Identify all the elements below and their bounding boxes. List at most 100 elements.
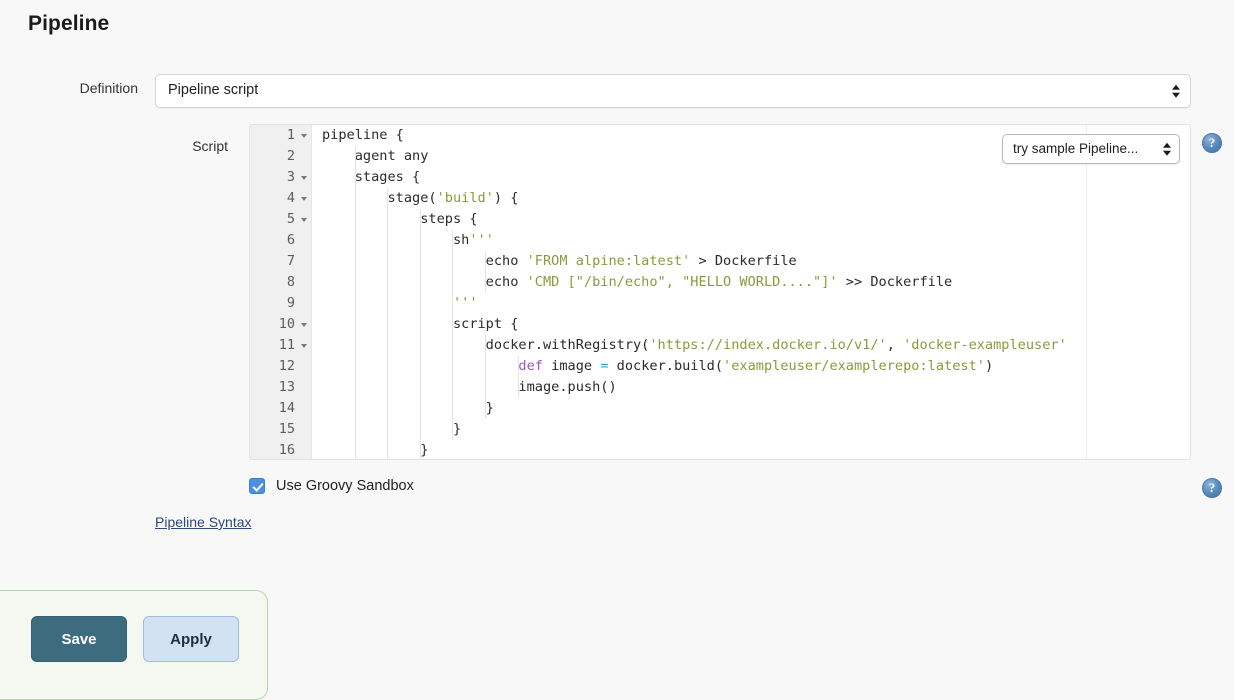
editor-code-area[interactable]: pipeline { agent any stages { stage('bui… [312, 125, 1190, 459]
definition-select[interactable]: Pipeline script [155, 74, 1191, 108]
code-line-text: docker.withRegistry('https://index.docke… [322, 337, 1067, 353]
code-line[interactable]: sh''' [312, 230, 1190, 251]
definition-label: Definition [0, 80, 138, 96]
gutter-line-number: 6 [250, 230, 311, 251]
fold-arrow-icon[interactable] [301, 323, 307, 327]
definition-selected-value: Pipeline script [168, 82, 258, 98]
chevron-updown-icon [1163, 143, 1171, 156]
indent-guide [355, 209, 356, 230]
script-label: Script [0, 138, 228, 154]
indent-guide [485, 356, 486, 377]
indent-guide [452, 377, 453, 398]
indent-guide [452, 272, 453, 293]
code-line[interactable]: } [312, 419, 1190, 440]
code-line[interactable]: image.push() [312, 377, 1190, 398]
indent-guide [485, 398, 486, 419]
code-line[interactable]: def image = docker.build('exampleuser/ex… [312, 356, 1190, 377]
indent-guide [452, 314, 453, 335]
indent-guide [355, 251, 356, 272]
indent-guide [355, 419, 356, 440]
indent-guide [387, 398, 388, 419]
fold-arrow-icon[interactable] [301, 197, 307, 201]
save-button[interactable]: Save [31, 616, 127, 662]
indent-guide [355, 398, 356, 419]
try-sample-pipeline-select[interactable]: try sample Pipeline... [1002, 134, 1180, 164]
code-line[interactable]: ''' [312, 293, 1190, 314]
chevron-updown-icon [1172, 85, 1180, 98]
indent-guide [387, 356, 388, 377]
code-line[interactable]: script { [312, 314, 1190, 335]
indent-guide [387, 188, 388, 209]
use-groovy-sandbox-checkbox[interactable] [249, 478, 265, 494]
indent-guide [355, 293, 356, 314]
indent-guide [452, 230, 453, 251]
code-line[interactable]: docker.withRegistry('https://index.docke… [312, 335, 1190, 356]
use-groovy-sandbox-row[interactable]: Use Groovy Sandbox [249, 478, 414, 494]
fold-arrow-icon[interactable] [301, 134, 307, 138]
code-line-text: stages { [322, 169, 420, 185]
indent-guide [387, 440, 388, 459]
indent-guide [355, 167, 356, 188]
indent-guide [420, 272, 421, 293]
indent-guide [518, 356, 519, 377]
use-groovy-sandbox-label: Use Groovy Sandbox [276, 478, 414, 494]
indent-guide [355, 230, 356, 251]
fold-arrow-icon[interactable] [301, 218, 307, 222]
gutter-line-number: 16 [250, 440, 311, 460]
indent-guide [485, 251, 486, 272]
indent-guide [387, 293, 388, 314]
indent-guide [355, 188, 356, 209]
indent-guide [420, 419, 421, 440]
gutter-line-number: 5 [250, 209, 311, 230]
code-line-text: stage('build') { [322, 190, 518, 206]
code-line-text: ''' [322, 295, 478, 311]
definition-row: Definition Pipeline script [0, 74, 1234, 108]
indent-guide [387, 419, 388, 440]
editor-gutter: 12345678910111213141516 [250, 125, 312, 459]
indent-guide [355, 146, 356, 167]
code-line-text: pipeline { [322, 127, 404, 143]
code-line[interactable]: stages { [312, 167, 1190, 188]
indent-guide [420, 377, 421, 398]
gutter-line-number: 8 [250, 272, 311, 293]
gutter-line-number: 2 [250, 146, 311, 167]
gutter-line-number: 4 [250, 188, 311, 209]
indent-guide [452, 293, 453, 314]
code-line-text: steps { [322, 211, 478, 227]
code-line-text: echo 'CMD ["/bin/echo", "HELLO WORLD....… [322, 274, 952, 290]
code-line-text: } [322, 421, 461, 437]
code-line-text: def image = docker.build('exampleuser/ex… [322, 358, 993, 374]
fold-arrow-icon[interactable] [301, 176, 307, 180]
indent-guide [387, 230, 388, 251]
code-line[interactable]: echo 'CMD ["/bin/echo", "HELLO WORLD....… [312, 272, 1190, 293]
gutter-line-number: 12 [250, 356, 311, 377]
indent-guide [452, 419, 453, 440]
code-line[interactable]: } [312, 440, 1190, 459]
code-line-text: sh''' [322, 232, 494, 248]
indent-guide [485, 335, 486, 356]
code-line[interactable]: echo 'FROM alpine:latest' > Dockerfile [312, 251, 1190, 272]
help-icon[interactable]: ? [1202, 133, 1222, 153]
script-editor[interactable]: 12345678910111213141516 pipeline { agent… [249, 124, 1191, 460]
indent-guide [420, 314, 421, 335]
gutter-line-number: 13 [250, 377, 311, 398]
indent-guide [420, 209, 421, 230]
indent-guide [387, 209, 388, 230]
indent-guide [387, 314, 388, 335]
pipeline-syntax-link[interactable]: Pipeline Syntax [155, 514, 252, 530]
help-icon[interactable]: ? [1202, 478, 1222, 498]
indent-guide [452, 335, 453, 356]
indent-guide [420, 335, 421, 356]
indent-guide [355, 272, 356, 293]
indent-guide [387, 272, 388, 293]
gutter-line-number: 14 [250, 398, 311, 419]
apply-button[interactable]: Apply [143, 616, 239, 662]
code-line[interactable]: stage('build') { [312, 188, 1190, 209]
code-line[interactable]: } [312, 398, 1190, 419]
indent-guide [355, 314, 356, 335]
try-sample-pipeline-value: try sample Pipeline... [1013, 141, 1138, 156]
fold-arrow-icon[interactable] [301, 344, 307, 348]
indent-guide [420, 398, 421, 419]
code-line[interactable]: steps { [312, 209, 1190, 230]
indent-guide [420, 230, 421, 251]
